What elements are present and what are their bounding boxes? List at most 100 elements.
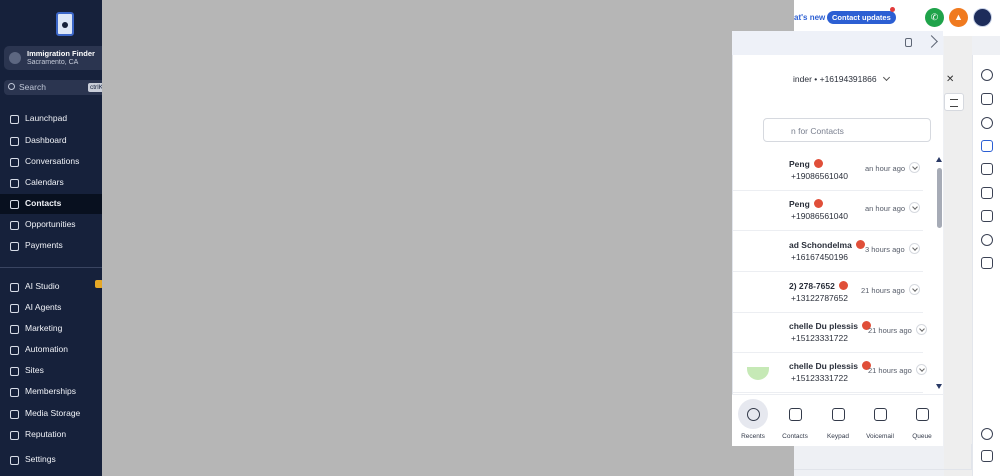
pen-icon[interactable] xyxy=(981,163,993,175)
tab-label: Queue xyxy=(912,433,932,440)
location-avatar-icon xyxy=(9,52,21,64)
chevron-down-icon[interactable] xyxy=(916,324,927,335)
close-icon[interactable]: ✕ xyxy=(946,74,954,85)
sidebar-item-label: AI Agents xyxy=(25,302,62,312)
tab-label: Voicemail xyxy=(866,433,894,440)
gear-icon xyxy=(10,456,19,465)
rocket-icon xyxy=(10,115,19,124)
chevron-down-icon[interactable] xyxy=(909,284,920,295)
sidebar-item-media-storage[interactable]: Media Storage xyxy=(0,404,102,424)
scroll-down-icon[interactable] xyxy=(936,384,942,389)
phone-panel-header xyxy=(732,31,943,55)
sidebar-item-conversations[interactable]: Conversations xyxy=(0,152,102,172)
sidebar-item-payments[interactable]: Payments xyxy=(0,236,102,256)
new-badge xyxy=(95,280,102,288)
sidebar: Immigration Finder Sacramento, CA Search… xyxy=(0,0,102,476)
user-avatar[interactable] xyxy=(973,8,992,27)
sidebar-item-automation[interactable]: Automation xyxy=(0,340,102,360)
sidebar-item-label: Reputation xyxy=(25,429,67,439)
calendar-icon[interactable] xyxy=(981,187,993,199)
call-time: 21 hours ago xyxy=(861,286,905,295)
sidebar-item-label: Launchpad xyxy=(25,113,68,123)
location-switcher[interactable]: Immigration Finder Sacramento, CA xyxy=(4,46,102,70)
sidebar-item-dashboard[interactable]: Dashboard xyxy=(0,131,102,151)
tab-label: Contacts xyxy=(782,433,808,440)
sidebar-search[interactable]: Search ctrlK xyxy=(4,80,102,95)
sidebar-item-label: Contacts xyxy=(25,198,62,208)
clipboard-icon[interactable] xyxy=(981,140,993,152)
phone-panel: inder • +16194391866 n for Contacts Peng… xyxy=(732,55,943,446)
location-name: Immigration Finder xyxy=(27,49,95,58)
contacts-search-placeholder: n for Contacts xyxy=(791,126,844,136)
network-icon[interactable] xyxy=(981,117,993,129)
bell-icon[interactable]: ▲ xyxy=(949,8,968,27)
contact-name-text: Peng xyxy=(789,199,810,209)
modal-overlay[interactable] xyxy=(102,0,794,476)
sidebar-item-sites[interactable]: Sites xyxy=(0,361,102,381)
sidebar-item-ai-agents[interactable]: AI Agents xyxy=(0,298,102,318)
document-icon[interactable] xyxy=(981,210,993,222)
send-icon xyxy=(10,325,19,334)
dollar-icon[interactable] xyxy=(981,234,993,246)
flow-icon[interactable] xyxy=(981,93,993,105)
contact-name: chelle Du plessis xyxy=(789,321,871,331)
chevron-down-icon[interactable] xyxy=(916,364,927,375)
contact-number: +19086561040 xyxy=(791,211,848,221)
contacts-search-input[interactable]: n for Contacts xyxy=(763,118,931,142)
contact-card-icon xyxy=(780,399,810,429)
recent-call-row[interactable]: 2) 278-7652 +13122787652 21 hours ago xyxy=(733,273,923,313)
sidebar-item-label: Payments xyxy=(25,240,63,250)
sidebar-item-label: Dashboard xyxy=(25,135,67,145)
sidebar-item-contacts[interactable]: Contacts xyxy=(0,194,102,214)
sidebar-item-memberships[interactable]: Memberships xyxy=(0,382,102,402)
phone-number-selector[interactable]: inder • +16194391866 xyxy=(793,73,890,84)
tab-recents[interactable]: Recents xyxy=(732,395,774,445)
chevron-down-icon[interactable] xyxy=(909,162,920,173)
recent-call-row[interactable]: ad Schondelma +16167450196 3 hours ago xyxy=(733,232,923,272)
sidebar-item-ai-studio[interactable]: AI Studio xyxy=(0,277,102,297)
filter-icon[interactable] xyxy=(944,93,964,111)
contact-updates-button[interactable]: Contact updates xyxy=(827,11,896,24)
tab-queue[interactable]: Queue xyxy=(901,395,943,445)
ai-studio-icon xyxy=(10,283,19,292)
sidebar-item-calendars[interactable]: Calendars xyxy=(0,173,102,193)
call-time: an hour ago xyxy=(865,204,906,213)
sidebar-item-launchpad[interactable]: Launchpad xyxy=(0,109,102,129)
sidebar-item-label: Marketing xyxy=(25,323,63,333)
history-icon[interactable] xyxy=(981,69,993,81)
sidebar-item-marketing[interactable]: Marketing xyxy=(0,319,102,339)
tab-voicemail[interactable]: Voicemail xyxy=(859,395,901,445)
right-icon-rail xyxy=(972,55,1000,476)
whats-new-link[interactable]: at's new xyxy=(794,13,825,22)
phone-icon[interactable]: ✆ xyxy=(925,8,944,27)
tab-contacts[interactable]: Contacts xyxy=(774,395,816,445)
collapse-icon[interactable] xyxy=(925,35,938,48)
sidebar-item-label: Automation xyxy=(25,344,68,354)
call-time: 3 hours ago xyxy=(865,245,905,254)
tab-keypad[interactable]: Keypad xyxy=(817,395,859,445)
dashboard-icon xyxy=(10,137,19,146)
recent-call-row[interactable]: chelle Du plessis +15123331722 21 hours … xyxy=(733,313,927,353)
contact-name-text: ad Schondelma xyxy=(789,240,852,250)
pin-icon[interactable] xyxy=(905,38,912,47)
payments-icon xyxy=(10,242,19,251)
recent-call-row[interactable]: Peng +19086561040 an hour ago xyxy=(733,191,923,231)
recent-call-row[interactable]: Peng +19086561040 an hour ago xyxy=(733,151,923,191)
contact-number: +15123331722 xyxy=(791,373,848,383)
chevron-down-icon[interactable] xyxy=(909,202,920,213)
keyboard-icon[interactable] xyxy=(981,450,993,462)
contact-number: +15123331722 xyxy=(791,333,848,343)
sidebar-item-settings[interactable]: Settings xyxy=(0,450,102,470)
calendar-icon xyxy=(10,179,19,188)
scrollbar-thumb[interactable] xyxy=(937,168,942,228)
contact-name-text: chelle Du plessis xyxy=(789,361,858,371)
info-icon[interactable] xyxy=(981,428,993,440)
sidebar-item-opportunities[interactable]: Opportunities xyxy=(0,215,102,235)
sidebar-item-reputation[interactable]: Reputation xyxy=(0,425,102,445)
chevron-down-icon[interactable] xyxy=(909,243,920,254)
scroll-up-icon[interactable] xyxy=(936,157,942,162)
magic-icon[interactable] xyxy=(981,257,993,269)
sidebar-item-label: Sites xyxy=(25,365,44,375)
brand-logo[interactable] xyxy=(56,12,74,36)
contacts-icon xyxy=(10,200,19,209)
